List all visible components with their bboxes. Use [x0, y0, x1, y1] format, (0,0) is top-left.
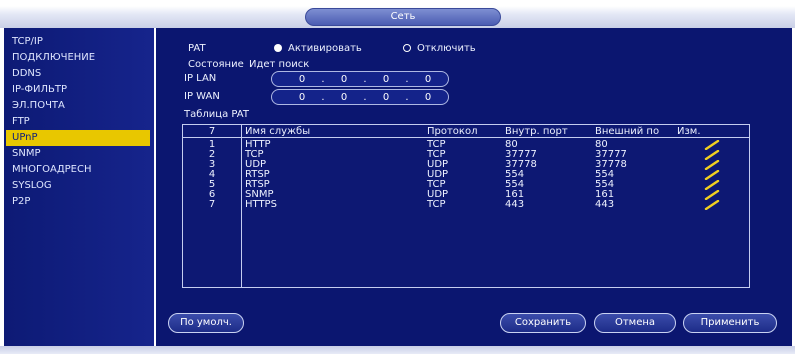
sidebar-item-ip-filter[interactable]: IP-ФИЛЬТР [6, 82, 150, 98]
pat-disable-label: Отключить [417, 43, 476, 54]
row-protocol: TCP [427, 199, 446, 210]
save-button[interactable]: Сохранить [500, 313, 586, 333]
column-header-external-port: Внешний по [595, 126, 660, 137]
ip-lan-octet-3: 0 [382, 73, 390, 85]
sidebar-item-snmp[interactable]: SNMP [6, 146, 150, 162]
ip-separator: . [363, 91, 367, 103]
apply-button[interactable]: Применить [683, 313, 777, 333]
row-internal-port: 443 [505, 199, 525, 210]
ip-wan-label: IP WAN [184, 91, 220, 102]
ip-separator: . [405, 91, 409, 103]
table-row[interactable]: 1 HTTP TCP 80 80 [183, 140, 749, 150]
screen: Сеть TCP/IP ПОДКЛЮЧЕНИЕ DDNS IP-ФИЛЬТР Э… [0, 0, 795, 354]
status-value: Идет поиск [249, 59, 310, 70]
ip-lan-field[interactable]: 0. 0. 0. 0 [271, 71, 449, 87]
pat-enable-radio[interactable]: Активировать [274, 42, 362, 56]
pencil-icon[interactable] [703, 190, 721, 200]
ip-lan-octet-1: 0 [298, 73, 306, 85]
ip-separator: . [405, 73, 409, 85]
pencil-icon[interactable] [703, 180, 721, 190]
pat-table-label: Таблица PAT [184, 109, 249, 120]
ip-wan-field[interactable]: 0. 0. 0. 0 [271, 89, 449, 105]
pat-enable-label: Активировать [288, 43, 362, 54]
radio-unselected-icon [403, 44, 411, 52]
column-header-edit: Изм. [677, 126, 701, 137]
sidebar-item-ddns[interactable]: DDNS [6, 66, 150, 82]
status-label: Состояние [188, 59, 244, 70]
table-row[interactable]: 7 HTTPS TCP 443 443 [183, 200, 749, 210]
pencil-icon[interactable] [703, 150, 721, 160]
sidebar-item-connection[interactable]: ПОДКЛЮЧЕНИЕ [6, 50, 150, 66]
ip-separator: . [321, 91, 325, 103]
ip-lan-label: IP LAN [184, 73, 217, 84]
column-header-service: Имя службы [245, 126, 311, 137]
sidebar-item-syslog[interactable]: SYSLOG [6, 178, 150, 194]
window-title: Сеть [305, 8, 501, 26]
sidebar-item-upnp[interactable]: UPnP [6, 130, 150, 146]
column-header-internal-port: Внутр. порт [505, 126, 568, 137]
default-button[interactable]: По умолч. [168, 313, 244, 333]
column-header-protocol: Протокол [427, 126, 478, 137]
row-count: 7 [208, 126, 216, 137]
ip-separator: . [363, 73, 367, 85]
pat-table: 7 Имя службы Протокол Внутр. порт Внешни… [182, 124, 750, 288]
sidebar-item-multicast[interactable]: МНОГОАДРЕСН [6, 162, 150, 178]
ip-wan-octet-3: 0 [382, 91, 390, 103]
upnp-settings-panel: PAT Активировать Отключить Состояние Иде… [156, 28, 792, 346]
ip-wan-octet-2: 0 [340, 91, 348, 103]
sidebar-item-tcpip[interactable]: TCP/IP [6, 34, 150, 50]
cancel-button[interactable]: Отмена [594, 313, 676, 333]
sidebar-item-email[interactable]: ЭЛ.ПОЧТА [6, 98, 150, 114]
ip-wan-octet-4: 0 [424, 91, 432, 103]
table-header: 7 Имя службы Протокол Внутр. порт Внешни… [183, 125, 749, 138]
pencil-icon[interactable] [703, 140, 721, 150]
ip-wan-octet-1: 0 [298, 91, 306, 103]
pat-disable-radio[interactable]: Отключить [403, 42, 476, 56]
row-external-port: 443 [595, 199, 615, 210]
pencil-icon[interactable] [703, 170, 721, 180]
sidebar-item-ftp[interactable]: FTP [6, 114, 150, 130]
sidebar-item-p2p[interactable]: P2P [6, 194, 150, 210]
bottom-bar [0, 346, 795, 354]
pat-label: PAT [188, 43, 206, 54]
row-number: 7 [208, 199, 216, 210]
radio-selected-icon [274, 44, 282, 52]
ip-separator: . [321, 73, 325, 85]
sidebar: TCP/IP ПОДКЛЮЧЕНИЕ DDNS IP-ФИЛЬТР ЭЛ.ПОЧ… [4, 28, 154, 346]
ip-lan-octet-2: 0 [340, 73, 348, 85]
title-bar: Сеть [0, 0, 795, 28]
ip-lan-octet-4: 0 [424, 73, 432, 85]
pencil-icon[interactable] [703, 200, 721, 210]
table-row[interactable]: 2 TCP TCP 37777 37777 [183, 150, 749, 160]
pencil-icon[interactable] [703, 160, 721, 170]
row-service: HTTPS [245, 199, 277, 210]
